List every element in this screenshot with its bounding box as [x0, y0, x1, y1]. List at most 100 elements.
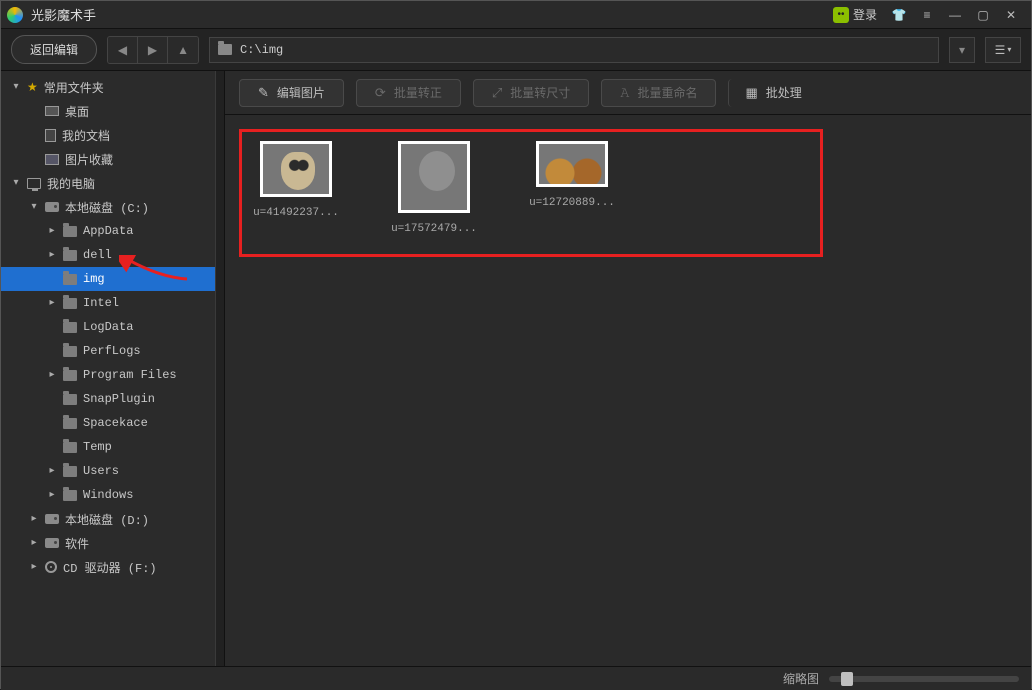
folder-icon	[63, 490, 77, 501]
expand-icon: ▸	[29, 513, 39, 525]
expand-icon: ▸	[29, 537, 39, 549]
expand-icon: ▸	[47, 369, 57, 381]
folder-icon	[63, 370, 77, 381]
path-text: C:\img	[240, 43, 283, 57]
face-icon: ••	[833, 7, 849, 23]
nav-row: 返回编辑 ◀ ▶ ▲ C:\img ▾ ☰▾	[1, 29, 1031, 71]
collapse-icon: ▾	[29, 201, 39, 213]
folder-icon	[218, 44, 232, 55]
tree-folder-windows[interactable]: ▸Windows	[1, 483, 224, 507]
tree-folder-intel[interactable]: ▸ Intel	[1, 291, 224, 315]
disk-icon	[45, 538, 59, 548]
slider-knob[interactable]	[841, 672, 853, 686]
tree-folder-label: Temp	[83, 440, 112, 454]
file-thumbnail[interactable]: u=12720889...	[527, 141, 617, 235]
expand-icon: ▸	[47, 297, 57, 309]
tree-drive-f[interactable]: ▸ CD 驱动器 (F:)	[1, 555, 224, 579]
folder-icon	[63, 274, 77, 285]
expand-icon: ▸	[29, 561, 39, 573]
thumbnail-label: u=17572479...	[391, 223, 477, 235]
tree-folder-img[interactable]: img	[1, 267, 224, 291]
view-options-button[interactable]: ☰▾	[985, 37, 1021, 63]
tab-batch-process[interactable]: ▦ 批处理	[728, 79, 819, 107]
nav-buttons: ◀ ▶ ▲	[107, 36, 199, 64]
tree-folder-logdata[interactable]: LogData	[1, 315, 224, 339]
star-icon: ★	[27, 80, 38, 95]
login-button[interactable]: •• 登录	[825, 6, 885, 23]
tree-folder-label: Intel	[83, 296, 119, 310]
folder-icon	[63, 466, 77, 477]
tree-folder-dell[interactable]: ▸ dell	[1, 243, 224, 267]
tree-software[interactable]: ▸ 软件	[1, 531, 224, 555]
tree-drive-c[interactable]: ▾ 本地磁盘 (C:)	[1, 195, 224, 219]
folder-icon	[63, 346, 77, 357]
tree-drive-d[interactable]: ▸ 本地磁盘 (D:)	[1, 507, 224, 531]
tab-batch-rename[interactable]: 𝙰 批量重命名	[601, 79, 716, 107]
minimize-button[interactable]: —	[941, 4, 969, 26]
tree-folder-snapplugin[interactable]: SnapPlugin	[1, 387, 224, 411]
tree-folder-label: Windows	[83, 488, 133, 502]
thumbnail-image	[260, 141, 332, 197]
login-label: 登录	[853, 6, 877, 23]
batch-icon: ▦	[745, 85, 757, 101]
thumbnail-label: u=12720889...	[529, 197, 615, 209]
folder-icon	[63, 418, 77, 429]
tree-computer[interactable]: ▾ 我的电脑	[1, 171, 224, 195]
nav-forward-button[interactable]: ▶	[138, 37, 168, 63]
pencil-icon: ✎	[258, 85, 269, 101]
tree-documents[interactable]: 我的文档	[1, 123, 224, 147]
thumb-size-slider[interactable]	[829, 676, 1019, 682]
tree-folder-program-files[interactable]: ▸Program Files	[1, 363, 224, 387]
folder-icon	[63, 442, 77, 453]
tree-favorites[interactable]: ▾ ★ 常用文件夹	[1, 75, 224, 99]
back-to-edit-button[interactable]: 返回编辑	[11, 35, 97, 64]
statusbar: 缩略图	[1, 666, 1031, 690]
tree-folder-label: Spacekace	[83, 416, 148, 430]
tree-folder-label: Users	[83, 464, 119, 478]
tree-desktop[interactable]: 桌面	[1, 99, 224, 123]
folder-icon	[63, 394, 77, 405]
tree-folder-perflogs[interactable]: PerfLogs	[1, 339, 224, 363]
expand-icon: ▸	[47, 225, 57, 237]
thumbnail-image	[398, 141, 470, 213]
picture-icon	[45, 154, 59, 165]
tab-edit-image[interactable]: ✎ 编辑图片	[239, 79, 344, 107]
file-thumbnail[interactable]: u=41492237...	[251, 141, 341, 235]
tree-folder-temp[interactable]: Temp	[1, 435, 224, 459]
tab-batch-resize[interactable]: ⤢ 批量转尺寸	[473, 79, 589, 107]
menu-dropdown-button[interactable]: ≡	[913, 4, 941, 26]
resize-icon: ⤢	[492, 85, 502, 101]
expand-icon: ▸	[47, 465, 57, 477]
tree-folder-appdata[interactable]: ▸AppData	[1, 219, 224, 243]
thumbnail-image	[536, 141, 608, 187]
app-title: 光影魔术手	[31, 5, 96, 24]
folder-icon	[63, 250, 77, 261]
file-thumbnail[interactable]: u=17572479...	[389, 141, 479, 235]
skin-button[interactable]: 👕	[885, 4, 913, 26]
tree-folder-label: SnapPlugin	[83, 392, 155, 406]
tree-folder-spacekace[interactable]: Spacekace	[1, 411, 224, 435]
collapse-icon: ▾	[11, 81, 21, 93]
thumbnail-label: u=41492237...	[253, 207, 339, 219]
tree-folder-users[interactable]: ▸ Users	[1, 459, 224, 483]
folder-tree-sidebar: ▾ ★ 常用文件夹 桌面 我的文档 图片收藏 ▾ 我的电脑	[1, 71, 225, 666]
tree-folder-label: dell	[83, 248, 112, 262]
nav-back-button[interactable]: ◀	[108, 37, 138, 63]
expand-icon: ▸	[47, 249, 57, 261]
folder-icon	[63, 226, 77, 237]
tab-batch-rotate[interactable]: ⟳ 批量转正	[356, 79, 461, 107]
close-button[interactable]: ✕	[997, 4, 1025, 26]
disk-icon	[45, 514, 59, 524]
collapse-icon: ▾	[11, 177, 21, 189]
file-grid[interactable]: u=41492237... u=17572479... u=12720889..…	[225, 115, 1031, 666]
nav-up-button[interactable]: ▲	[168, 37, 198, 63]
path-dropdown-button[interactable]: ▾	[949, 37, 975, 63]
tree-pictures[interactable]: 图片收藏	[1, 147, 224, 171]
desktop-icon	[45, 106, 59, 116]
maximize-button[interactable]: ▢	[969, 4, 997, 26]
cd-icon	[45, 561, 57, 573]
thumb-size-label: 缩略图	[783, 670, 819, 687]
rename-icon: 𝙰	[620, 85, 629, 101]
tree-folder-label: LogData	[83, 320, 133, 334]
path-bar[interactable]: C:\img	[209, 37, 939, 63]
